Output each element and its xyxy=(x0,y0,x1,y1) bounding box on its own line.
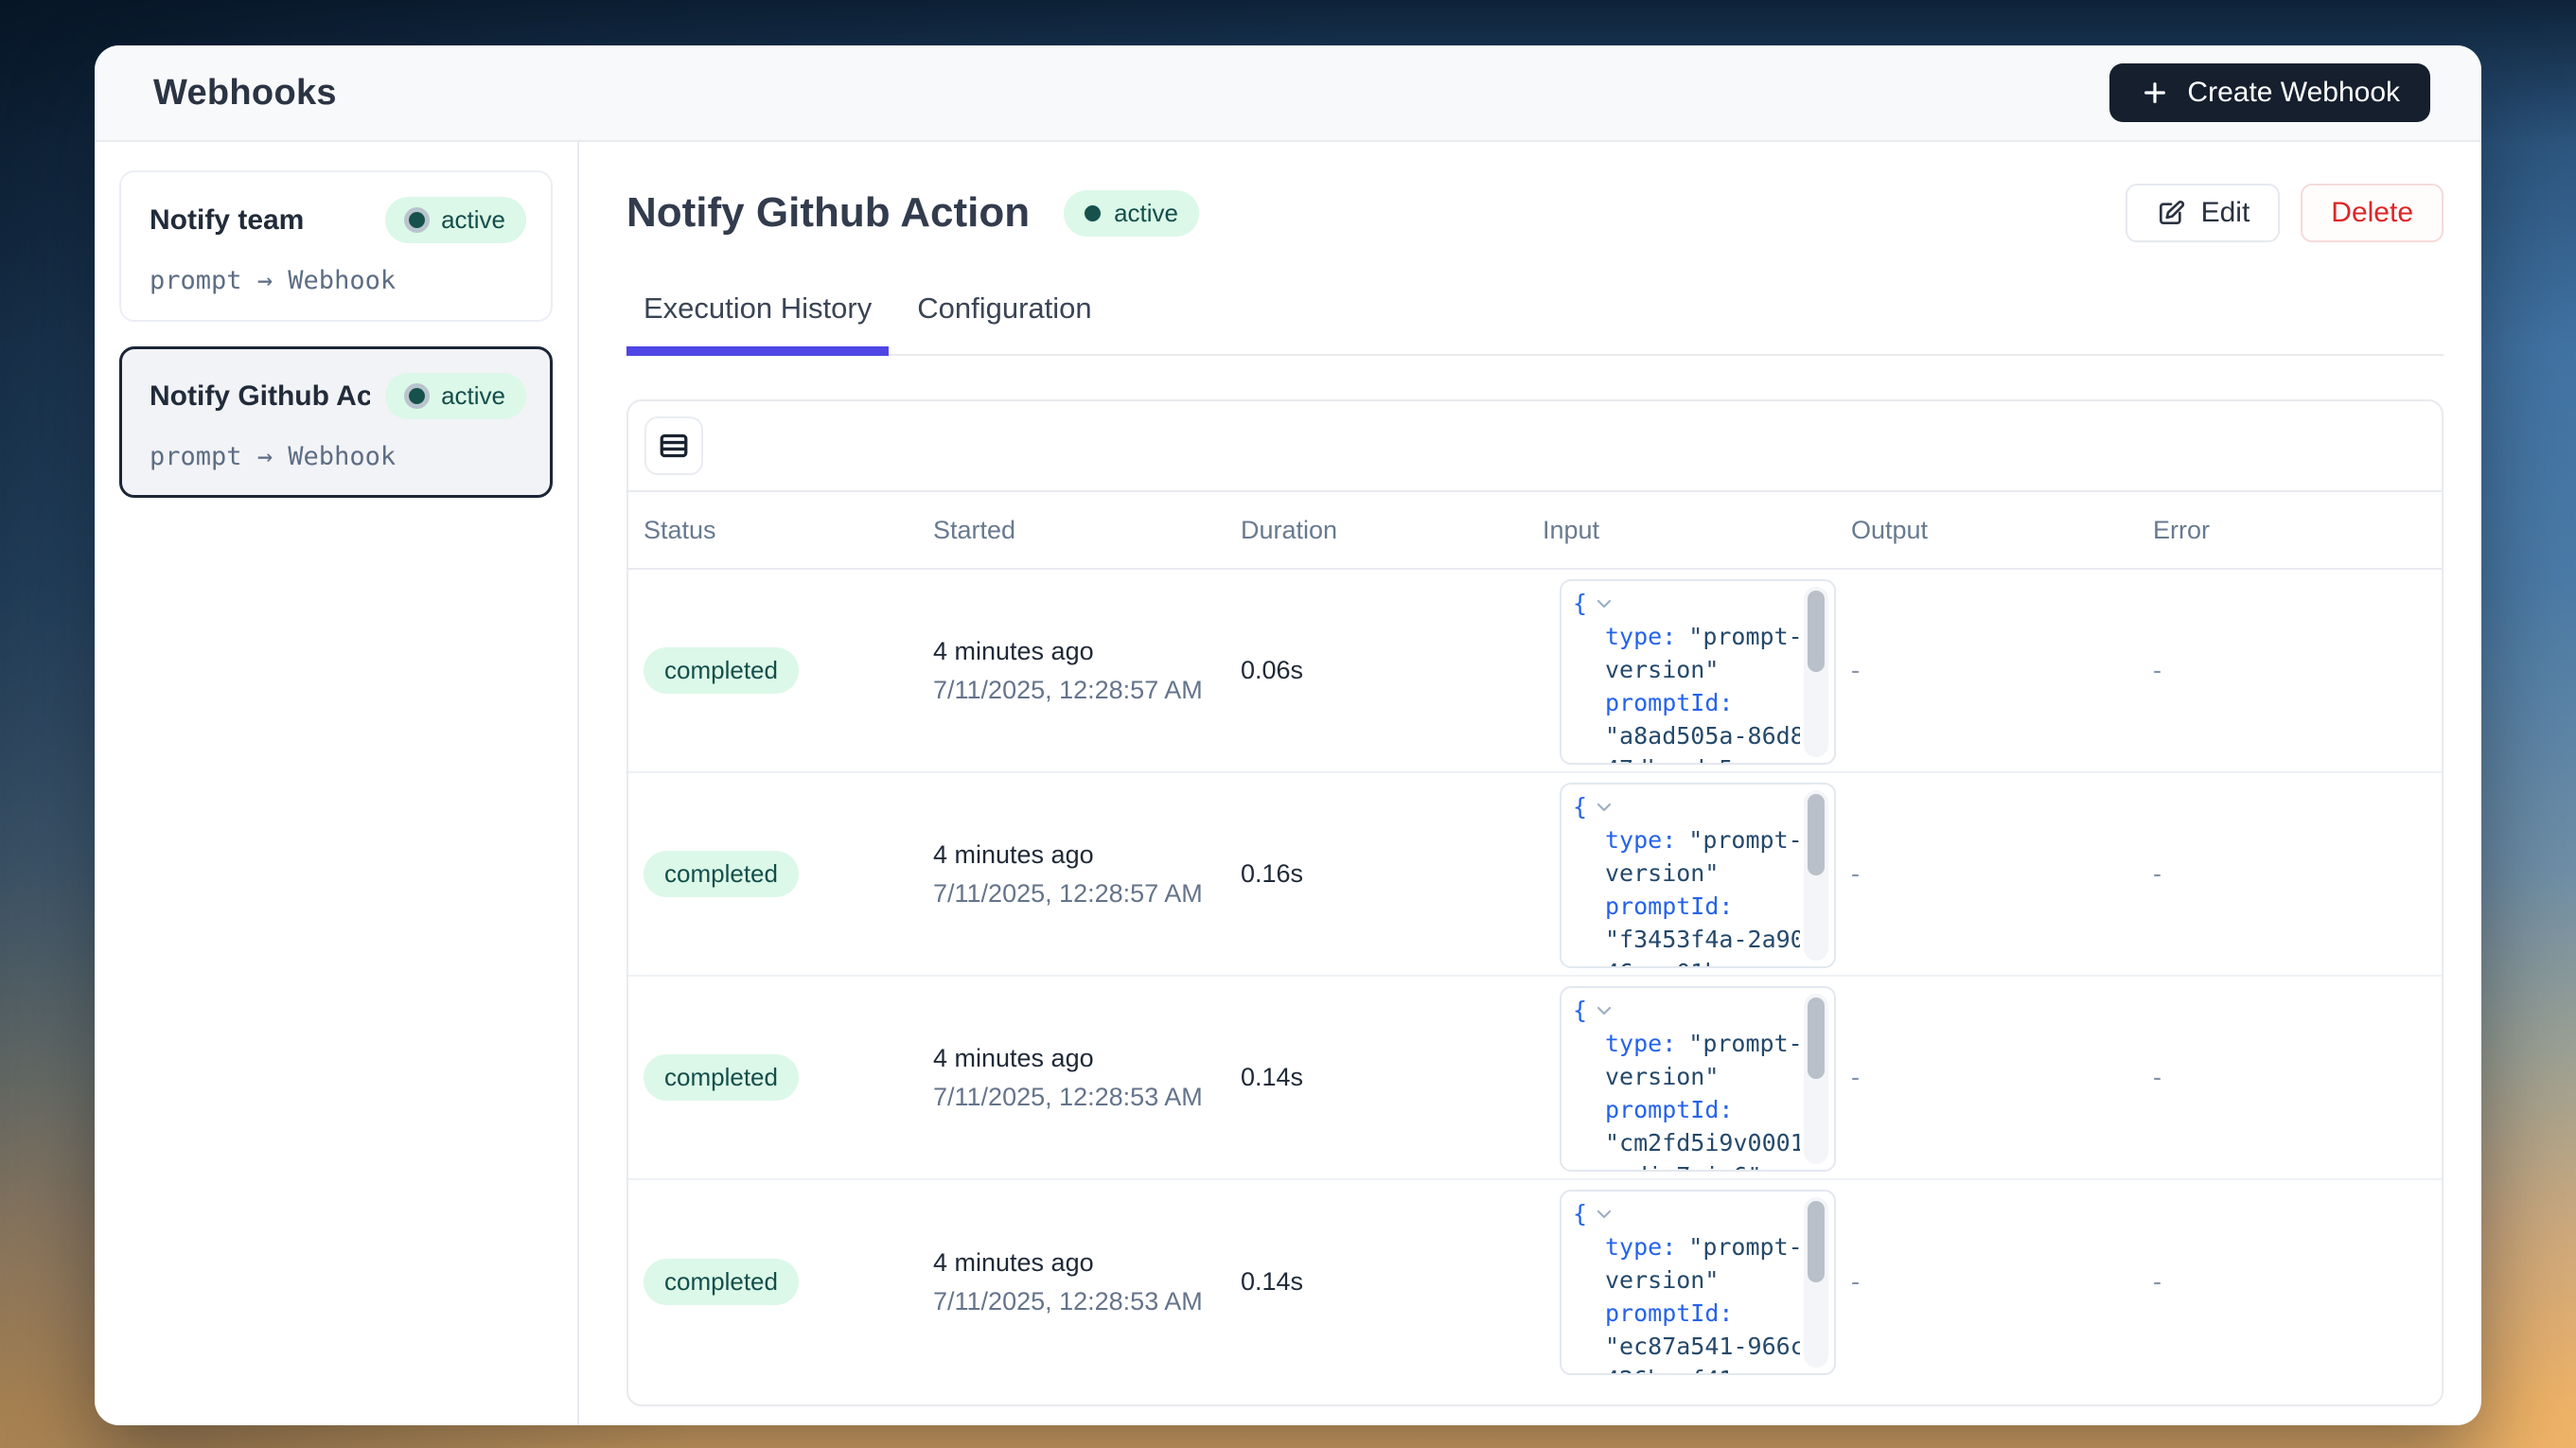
edit-label: Edit xyxy=(2201,197,2250,229)
input-json-viewer[interactable]: {type:"prompt-version"promptId:"a8ad505a… xyxy=(1560,579,1836,765)
webhook-detail-title: Notify Github Action xyxy=(626,189,1030,237)
sidebar-item-notify-team[interactable]: Notify team active prompt → Webhook xyxy=(119,170,553,322)
duration-value: 0.14s xyxy=(1241,1267,1543,1297)
table-view-button[interactable] xyxy=(644,416,703,475)
error-value: - xyxy=(2153,1267,2442,1297)
webhook-detail-panel: Notify Github Action active Edit Delete xyxy=(579,142,2481,1425)
table-row: completed 4 minutes ago 7/11/2025, 12:28… xyxy=(628,773,2442,977)
status-label: active xyxy=(441,381,505,411)
table-header-row: Status Started Duration Input Output Err… xyxy=(628,492,2442,570)
started-absolute: 7/11/2025, 12:28:53 AM xyxy=(933,1287,1241,1316)
scrollbar-thumb[interactable] xyxy=(1808,1201,1825,1282)
active-dot-icon xyxy=(1085,205,1101,221)
edit-button[interactable]: Edit xyxy=(2126,184,2281,242)
active-dot-icon xyxy=(409,388,425,404)
started-relative: 4 minutes ago xyxy=(933,1044,1241,1073)
active-dot-icon xyxy=(409,212,425,228)
scrollbar-thumb[interactable] xyxy=(1808,794,1825,875)
input-json-viewer[interactable]: {type:"prompt-version"promptId:"cm2fd5i9… xyxy=(1560,986,1836,1172)
scrollbar-track[interactable] xyxy=(1804,1197,1828,1368)
status-badge: active xyxy=(1064,190,1199,237)
table-row: completed 4 minutes ago 7/11/2025, 12:28… xyxy=(628,1180,2442,1384)
scrollbar-track[interactable] xyxy=(1804,790,1828,961)
status-badge: completed xyxy=(644,1259,799,1305)
error-value: - xyxy=(2153,859,2442,889)
started-relative: 4 minutes ago xyxy=(933,840,1241,870)
column-header-input: Input xyxy=(1543,516,1851,545)
duration-value: 0.14s xyxy=(1241,1063,1543,1092)
chevron-down-icon[interactable] xyxy=(1593,592,1615,615)
error-value: - xyxy=(2153,656,2442,685)
tab-configuration[interactable]: Configuration xyxy=(900,288,1108,356)
column-header-started: Started xyxy=(933,516,1241,545)
scrollbar-track[interactable] xyxy=(1804,994,1828,1164)
scrollbar-track[interactable] xyxy=(1804,587,1828,757)
status-badge: active xyxy=(385,197,526,243)
webhook-list-sidebar: Notify team active prompt → Webhook Noti… xyxy=(95,142,579,1425)
duration-value: 0.16s xyxy=(1241,859,1543,889)
page-title: Webhooks xyxy=(153,73,337,114)
status-badge: completed xyxy=(644,851,799,897)
column-header-error: Error xyxy=(2153,516,2442,545)
status-badge: active xyxy=(385,373,526,419)
column-header-output: Output xyxy=(1851,516,2153,545)
create-webhook-button[interactable]: Create Webhook xyxy=(2109,63,2430,122)
chevron-down-icon[interactable] xyxy=(1593,999,1615,1022)
table-toolbar xyxy=(628,401,2442,492)
webhook-name: Notify Github Acti... xyxy=(150,380,370,413)
output-value: - xyxy=(1851,1063,2153,1092)
window-header: Webhooks Create Webhook xyxy=(95,45,2481,142)
started-relative: 4 minutes ago xyxy=(933,637,1241,666)
error-value: - xyxy=(2153,1063,2442,1092)
status-badge: completed xyxy=(644,1054,799,1101)
column-header-duration: Duration xyxy=(1241,516,1543,545)
duration-value: 0.06s xyxy=(1241,656,1543,685)
column-header-status: Status xyxy=(644,516,933,545)
started-absolute: 7/11/2025, 12:28:57 AM xyxy=(933,879,1241,909)
table-rows-icon xyxy=(657,429,691,463)
started-absolute: 7/11/2025, 12:28:57 AM xyxy=(933,676,1241,705)
output-value: - xyxy=(1851,859,2153,889)
json-code: {type:"prompt-version"promptId:"a8ad505a… xyxy=(1561,581,1800,763)
output-value: - xyxy=(1851,656,2153,685)
plus-icon xyxy=(2140,78,2170,108)
tab-execution-history[interactable]: Execution History xyxy=(626,288,889,356)
input-json-viewer[interactable]: {type:"prompt-version"promptId:"ec87a541… xyxy=(1560,1190,1836,1375)
json-code: {type:"prompt-version"promptId:"ec87a541… xyxy=(1561,1192,1800,1373)
status-label: active xyxy=(1114,199,1178,228)
json-code: {type:"prompt-version"promptId:"f3453f4a… xyxy=(1561,785,1800,966)
input-json-viewer[interactable]: {type:"prompt-version"promptId:"f3453f4a… xyxy=(1560,783,1836,968)
delete-label: Delete xyxy=(2331,197,2413,229)
webhook-name: Notify team xyxy=(150,204,370,237)
table-body: completed 4 minutes ago 7/11/2025, 12:28… xyxy=(628,570,2442,1404)
create-webhook-label: Create Webhook xyxy=(2187,77,2400,109)
chevron-down-icon[interactable] xyxy=(1593,1203,1615,1226)
webhook-route: prompt → Webhook xyxy=(150,442,526,471)
json-code: {type:"prompt-version"promptId:"cm2fd5i9… xyxy=(1561,988,1800,1170)
table-row: completed 4 minutes ago 7/11/2025, 12:28… xyxy=(628,570,2442,773)
output-value: - xyxy=(1851,1267,2153,1297)
edit-pencil-icon xyxy=(2156,198,2186,228)
started-absolute: 7/11/2025, 12:28:53 AM xyxy=(933,1083,1241,1112)
delete-button[interactable]: Delete xyxy=(2301,184,2444,242)
webhook-route: prompt → Webhook xyxy=(150,266,526,295)
webhooks-window: Webhooks Create Webhook Notify team acti… xyxy=(95,45,2481,1425)
scrollbar-thumb[interactable] xyxy=(1808,998,1825,1079)
started-relative: 4 minutes ago xyxy=(933,1248,1241,1278)
execution-history-card: Status Started Duration Input Output Err… xyxy=(626,399,2444,1406)
scrollbar-thumb[interactable] xyxy=(1808,591,1825,672)
status-label: active xyxy=(441,205,505,235)
sidebar-item-notify-github-action[interactable]: Notify Github Acti... active prompt → We… xyxy=(119,346,553,498)
detail-tabs: Execution History Configuration xyxy=(626,288,2444,356)
chevron-down-icon[interactable] xyxy=(1593,796,1615,819)
table-row: completed 4 minutes ago 7/11/2025, 12:28… xyxy=(628,977,2442,1180)
status-badge: completed xyxy=(644,647,799,694)
